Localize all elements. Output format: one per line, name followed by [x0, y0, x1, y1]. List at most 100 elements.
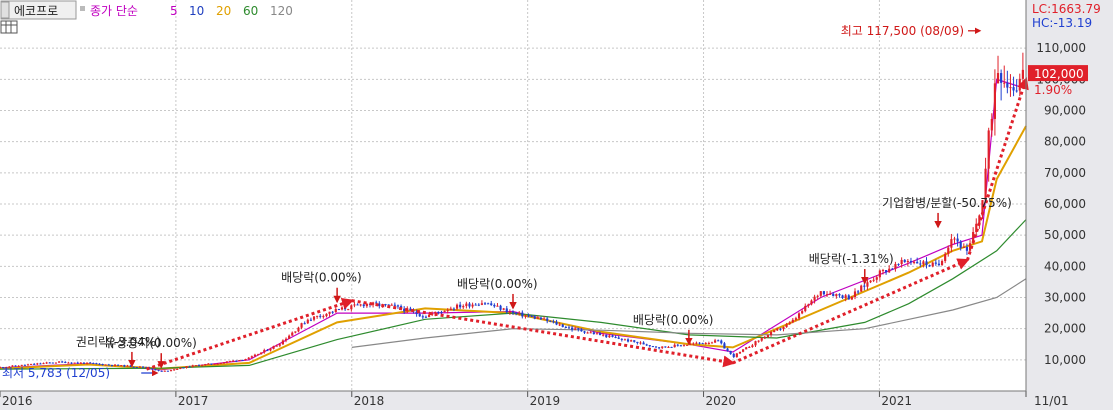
candle — [860, 284, 863, 292]
candle-body — [266, 350, 269, 352]
candle-body — [337, 309, 340, 311]
candle-body — [418, 314, 421, 317]
candle-body — [878, 270, 881, 278]
candle-body — [67, 362, 70, 364]
candle-body — [947, 247, 950, 254]
candle-body — [518, 312, 521, 314]
legend-prefix: 종가 단순 — [90, 4, 138, 18]
stock-name-handle[interactable] — [0, 1, 10, 19]
candle-body — [648, 345, 651, 347]
candle-body — [30, 363, 33, 365]
candle-body — [238, 359, 241, 361]
candle-body — [804, 305, 807, 312]
candle-body — [241, 359, 244, 361]
candle-body — [110, 364, 114, 366]
candle-body — [940, 261, 944, 266]
candle — [745, 346, 748, 350]
candle-body — [664, 346, 667, 348]
candle-body — [645, 344, 648, 346]
candle-body — [841, 295, 844, 299]
candle-body — [536, 317, 539, 319]
candle-body — [474, 304, 477, 306]
candle-body — [33, 363, 36, 365]
candle-body — [832, 293, 835, 297]
candle-body — [695, 342, 698, 344]
candle-body — [95, 363, 98, 365]
candle-body — [182, 367, 185, 369]
candle-body — [216, 363, 219, 365]
candle-body — [776, 328, 779, 331]
table-icon[interactable] — [0, 20, 18, 34]
candle-body — [455, 304, 459, 309]
candle — [194, 365, 197, 367]
candle-body — [1000, 73, 1003, 83]
candle-body — [745, 347, 748, 350]
candle-body — [39, 363, 42, 365]
candle-body — [552, 321, 555, 323]
candle-body — [903, 259, 906, 262]
candle-body — [284, 338, 288, 341]
candle-body — [894, 263, 897, 269]
candle-body — [1018, 78, 1021, 91]
candle-body — [82, 362, 86, 364]
candle-body — [120, 365, 123, 367]
candle-body — [654, 346, 658, 348]
candle-body — [45, 362, 48, 364]
legend-item-ma10[interactable]: 10 — [189, 4, 204, 18]
candle-body — [763, 337, 766, 339]
candle-body — [176, 368, 179, 370]
candle-body — [993, 83, 996, 119]
candle-body — [527, 315, 530, 317]
candle-body — [533, 316, 536, 319]
candle-body — [350, 305, 353, 310]
candle-body — [928, 265, 931, 267]
candle-body — [169, 370, 173, 372]
candle-body — [558, 324, 561, 326]
candle-body — [356, 304, 359, 306]
candle-body — [275, 345, 278, 347]
candle-body — [934, 262, 937, 264]
candle-body — [353, 304, 356, 306]
candle-body — [260, 352, 263, 355]
y-tick-label: 110,000 — [1036, 41, 1086, 55]
candle-body — [595, 333, 599, 335]
candle-body — [213, 363, 216, 365]
candle-body — [160, 370, 163, 372]
candle-body — [511, 311, 515, 313]
candle-body — [424, 316, 428, 318]
candle-body — [505, 308, 508, 313]
candle-body — [605, 334, 608, 338]
candle — [766, 334, 770, 338]
legend-item-ma60[interactable]: 60 — [243, 4, 258, 18]
candle-body — [42, 363, 45, 365]
current-price: 102,000 — [1034, 67, 1084, 81]
candle-body — [888, 268, 891, 273]
candle-body — [524, 315, 527, 317]
legend-item-ma5[interactable]: 5 — [170, 4, 178, 18]
candle-body — [729, 350, 732, 354]
candle-body — [61, 361, 64, 363]
candle-body — [639, 342, 642, 344]
candle-body — [151, 368, 154, 370]
x-tick-label: 2020 — [706, 394, 737, 408]
y-tick-label: 10,000 — [1044, 353, 1086, 367]
candle-body — [570, 327, 574, 330]
legend-item-ma20[interactable]: 20 — [216, 4, 231, 18]
candle-body — [256, 354, 260, 356]
candle-body — [661, 346, 664, 348]
candle-body — [766, 334, 770, 338]
candle-body — [194, 365, 197, 367]
stock-name[interactable]: 에코프로 — [14, 4, 58, 18]
candle-body — [244, 359, 247, 361]
candle — [651, 345, 654, 348]
candle-body — [810, 300, 813, 305]
candle-body — [316, 315, 319, 317]
legend-item-ma120[interactable]: 120 — [270, 4, 293, 18]
candle-body — [154, 369, 157, 371]
candle-body — [462, 306, 465, 308]
candle-body — [860, 285, 863, 292]
date-axis-panel — [0, 391, 1026, 410]
candle-body — [617, 337, 620, 339]
candle-body — [732, 353, 735, 357]
candle-body — [857, 291, 860, 293]
